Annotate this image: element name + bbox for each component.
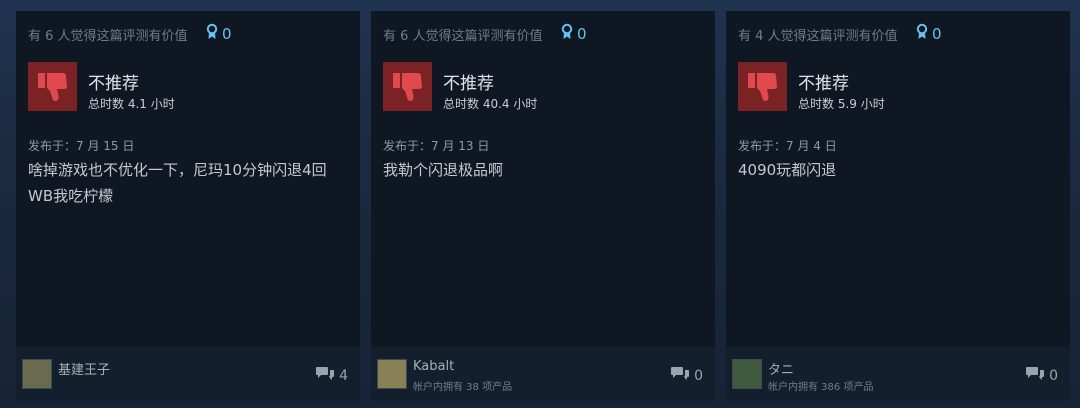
award-button[interactable]: 0 bbox=[916, 23, 942, 44]
thumbs-down-icon bbox=[738, 62, 787, 111]
review-card: 有 6 人觉得这篇评测有价值 0 不推荐 总时数 40.4 小时 发布于：7 月… bbox=[371, 11, 715, 401]
comment-bubble-icon bbox=[1025, 366, 1045, 386]
helpful-count-text: 有 6 人觉得这篇评测有价值 bbox=[383, 29, 543, 44]
review-text: 4090玩都闪退 bbox=[738, 161, 837, 179]
comment-count: 0 bbox=[694, 368, 703, 384]
review-card: 有 4 人觉得这篇评测有价值 0 不推荐 总时数 5.9 小时 发布于：7 月 … bbox=[726, 11, 1070, 401]
review-text: 我勒个闪退极品啊 bbox=[383, 161, 504, 179]
avatar[interactable] bbox=[732, 359, 762, 389]
author-name[interactable]: 基建王子 bbox=[58, 359, 110, 378]
recommendation-title: 不推荐 bbox=[443, 74, 494, 94]
review-card: 有 6 人觉得这篇评测有价值 0 不推荐 总时数 4.1 小时 发布于：7 月 … bbox=[16, 11, 360, 401]
hours-played: 总时数 4.1 小时 bbox=[88, 97, 175, 111]
recommendation-title: 不推荐 bbox=[798, 74, 849, 94]
author-name[interactable]: Kabalt bbox=[413, 359, 454, 374]
posted-date: 发布于：7 月 13 日 bbox=[383, 139, 490, 153]
award-ribbon-icon bbox=[561, 23, 573, 44]
review-text: 啥掉游戏也不优化一下，尼玛10分钟闪退4回WB我吃柠檬 bbox=[28, 161, 327, 205]
award-button[interactable]: 0 bbox=[561, 23, 587, 44]
award-count: 0 bbox=[577, 24, 587, 43]
award-button[interactable]: 0 bbox=[206, 23, 232, 44]
award-ribbon-icon bbox=[916, 23, 928, 44]
helpful-count-text: 有 6 人觉得这篇评测有价值 bbox=[28, 29, 188, 44]
comments-button[interactable]: 4 bbox=[315, 366, 348, 386]
avatar[interactable] bbox=[22, 359, 52, 389]
author-products: 帐户内拥有 38 项产品 bbox=[413, 382, 513, 393]
recommendation-title: 不推荐 bbox=[88, 74, 139, 94]
review-footer: タニ 帐户内拥有 386 项产品 0 bbox=[726, 347, 1070, 401]
comment-count: 4 bbox=[339, 368, 348, 384]
review-footer: 基建王子 4 bbox=[16, 347, 360, 401]
award-ribbon-icon bbox=[206, 23, 218, 44]
hours-played: 总时数 40.4 小时 bbox=[443, 97, 538, 111]
thumbs-down-icon bbox=[383, 62, 432, 111]
comments-button[interactable]: 0 bbox=[1025, 366, 1058, 386]
helpful-count-text: 有 4 人觉得这篇评测有价值 bbox=[738, 29, 898, 44]
posted-date: 发布于：7 月 4 日 bbox=[738, 139, 837, 153]
award-count: 0 bbox=[222, 24, 232, 43]
award-count: 0 bbox=[932, 24, 942, 43]
hours-played: 总时数 5.9 小时 bbox=[798, 97, 885, 111]
comment-bubble-icon bbox=[315, 366, 335, 386]
comment-bubble-icon bbox=[670, 366, 690, 386]
thumbs-down-icon bbox=[28, 62, 77, 111]
comment-count: 0 bbox=[1049, 368, 1058, 384]
avatar[interactable] bbox=[377, 359, 407, 389]
comments-button[interactable]: 0 bbox=[670, 366, 703, 386]
author-name[interactable]: タニ bbox=[768, 359, 794, 378]
posted-date: 发布于：7 月 15 日 bbox=[28, 139, 135, 153]
author-products: 帐户内拥有 386 项产品 bbox=[768, 382, 874, 393]
review-cards: 有 6 人觉得这篇评测有价值 0 不推荐 总时数 4.1 小时 发布于：7 月 … bbox=[0, 0, 1080, 408]
review-footer: Kabalt 帐户内拥有 38 项产品 0 bbox=[371, 347, 715, 401]
